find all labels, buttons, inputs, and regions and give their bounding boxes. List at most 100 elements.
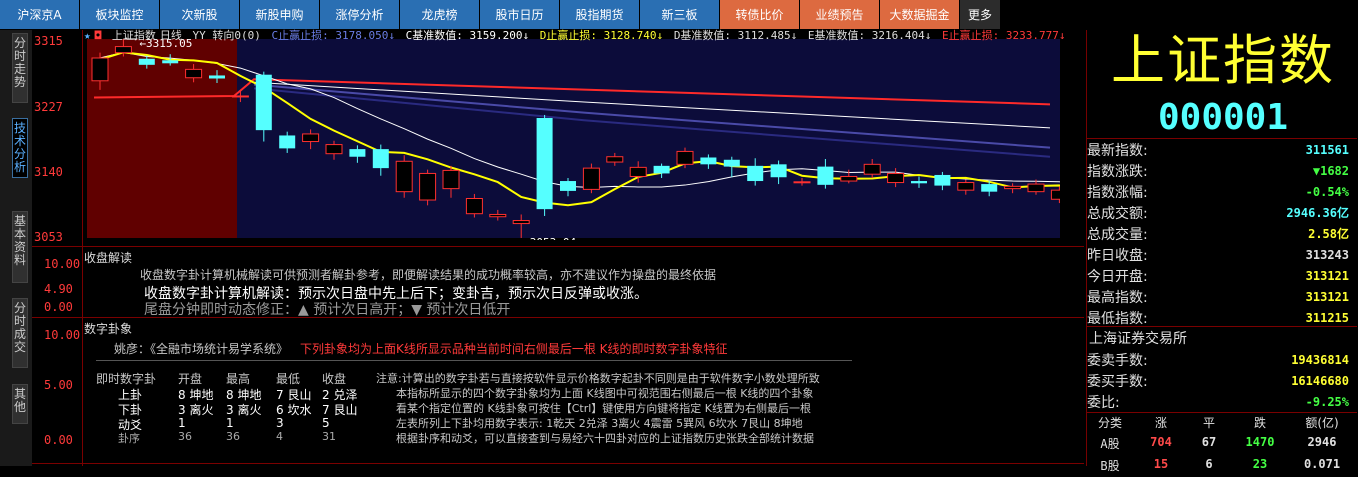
candle-body <box>863 163 881 175</box>
technical-analysis-panel: 3315 3227 3140 3053 ←3315.05←3053.04 ★◘ … <box>32 29 1084 466</box>
guaxiang-ref-note: 下列卦象均为上面K线所显示品种当前时间右侧最后一根 K线的即时数字卦象特征 <box>300 342 728 356</box>
quote-row: 总成交量: 2.58亿 <box>1087 223 1349 244</box>
side-tab[interactable]: 分时走势 <box>12 33 28 103</box>
stats-header-cell: 分类 <box>1097 416 1122 430</box>
stats-cell: 704 <box>1150 435 1172 449</box>
nav-tab[interactable]: 股指期货 <box>560 0 639 29</box>
stats-cell: 6 <box>1205 457 1213 471</box>
candle-body <box>700 157 717 165</box>
side-tab[interactable]: 技术分析 <box>12 118 28 178</box>
gua-cell: 卦序 <box>118 432 140 445</box>
candlestick-chart[interactable]: ←3315.05←3053.04 <box>84 30 1060 240</box>
gua-col-header: 即时数字卦 <box>96 372 157 386</box>
candle-body <box>911 181 927 184</box>
side-tab[interactable]: 分时成交 <box>12 298 28 368</box>
nav-tab[interactable]: 业绩预告 <box>800 0 879 29</box>
y-tick-label: 3315 <box>34 34 63 48</box>
candle-body <box>770 164 787 178</box>
candle-body <box>536 117 553 210</box>
candle-body <box>840 175 858 182</box>
divider <box>1087 412 1357 413</box>
candle-body <box>817 166 834 185</box>
quote-label: 昨日收盘: <box>1087 247 1148 264</box>
candle-body <box>981 184 998 192</box>
nav-tab[interactable]: 更多 <box>960 0 1000 29</box>
nav-tab[interactable]: 大数据掘金 <box>880 0 959 29</box>
y-tick-label: 0.00 <box>44 300 73 314</box>
candle-body <box>162 60 179 64</box>
nav-tab[interactable]: 新股申购 <box>240 0 319 29</box>
nav-tab[interactable]: 股市日历 <box>480 0 559 29</box>
gua-cell: 36 <box>226 430 240 443</box>
candle-body <box>279 135 296 149</box>
nav-tab[interactable]: 龙虎榜 <box>400 0 479 29</box>
nav-tab[interactable]: 板块监控 <box>80 0 159 29</box>
legend-c-base: C基准数值: 3159.200↓ <box>405 29 530 42</box>
y-tick-label: 3227 <box>34 100 63 114</box>
y-tick-label: 0.00 <box>44 433 73 447</box>
gua-note: 注意:计算出的数字卦若与直接按软件显示价格数字起卦不同则是由于软件数字小数处理所… <box>376 372 820 385</box>
nav-tab[interactable]: 次新股 <box>160 0 239 29</box>
order-row: 委比: -9.25% <box>1087 391 1349 412</box>
candle-body <box>185 68 203 79</box>
stats-header: 分类 涨 平 跌 额(亿) <box>1087 414 1357 434</box>
legend-e-stop: E止赢止损: 3233.777↓ <box>942 29 1066 42</box>
candle-body <box>793 181 811 184</box>
gua-note: 看某个指定位置的 K线卦象可按住【Ctrl】键使用方向键将指定 K线置为右侧最后… <box>396 402 811 415</box>
gua-note: 本指标所显示的四个数字卦象均为上面 K线图中可视范围右侧最后一根 K线的四个卦象 <box>396 387 814 400</box>
gua-cell: 5 <box>322 416 330 430</box>
quote-value: 311215 <box>1305 310 1349 325</box>
quote-value: 313121 <box>1305 268 1349 283</box>
order-row: 委卖手数: 19436814 <box>1087 349 1349 370</box>
stats-cell: 67 <box>1201 435 1217 449</box>
legend-d-base: D基准数值: 3112.485↓ <box>673 29 798 42</box>
candle-body <box>1050 189 1060 200</box>
top-nav-bar: 沪深京A 板块监控 次新股 新股申购 涨停分析 龙虎榜 股市日历 股指期货 新三板 转债比价 业绩预… <box>0 0 1358 30</box>
order-label: 委卖手数: <box>1087 352 1148 369</box>
gua-note: 根据卦序和动爻，可以直接查到与易经六十四卦对应的上证指数历史张跌全部统计数据 <box>396 432 814 445</box>
guaxiang-ref: 姚彦：《全融市场统计易学系统》 <box>114 342 289 356</box>
stats-row: A股 704 67 1470 2946 <box>1087 435 1357 455</box>
side-tab[interactable]: 其他 <box>12 384 28 424</box>
legend-d-stop: D止赢止损: 3128.740↓ <box>539 29 664 42</box>
order-label: 委比: <box>1087 394 1120 411</box>
order-label: 委买手数: <box>1087 373 1148 390</box>
quote-label: 最高指数: <box>1087 289 1148 306</box>
candle-body <box>114 46 132 54</box>
side-tab[interactable]: 基本资料 <box>12 211 28 283</box>
stats-cell: 0.071 <box>1303 457 1341 471</box>
candle-body <box>512 220 530 225</box>
quote-row: 指数涨幅: -0.54% <box>1087 181 1349 202</box>
candle-body <box>676 150 694 165</box>
order-value: -9.25% <box>1305 394 1349 409</box>
gua-cell: 1 <box>178 416 186 430</box>
candle-body <box>91 57 109 82</box>
candle-body <box>934 174 951 186</box>
quote-label: 最低指数: <box>1087 310 1148 327</box>
quote-value: 2.58亿 <box>1308 227 1349 241</box>
section-divider <box>32 246 1084 247</box>
stats-cell: B股 <box>1100 459 1120 473</box>
exchange-name: 上海证券交易所 <box>1089 331 1187 347</box>
shoupan-disclaimer: 收盘数字卦计算机械解读可供预测者解卦参考，即便解读结果的成功概率较高，亦不建议作… <box>140 268 717 282</box>
stats-header-cell: 涨 <box>1154 416 1167 430</box>
nav-tab[interactable]: 新三板 <box>640 0 719 29</box>
gua-cell: 1 <box>226 416 234 430</box>
nav-tab[interactable]: 转债比价 <box>720 0 799 29</box>
candle-body <box>395 160 413 193</box>
gua-col-header: 收盘 <box>322 372 347 386</box>
stats-cell: A股 <box>1100 437 1120 451</box>
candle-body <box>606 156 624 163</box>
nav-tab[interactable]: 涨停分析 <box>320 0 399 29</box>
stats-cell: 1470 <box>1245 435 1275 449</box>
quote-row: 指数涨跌: ▼1682 <box>1087 160 1349 181</box>
quote-label: 指数涨跌: <box>1087 163 1148 180</box>
quote-panel: 上证指数 000001 最新指数: 311561 指数涨跌: ▼1682 指数涨幅: -0… <box>1086 30 1358 473</box>
order-value: 19436814 <box>1291 352 1349 367</box>
shoupan-title: 收盘解读 <box>84 251 133 265</box>
candle-body <box>255 74 272 131</box>
gua-col-header: 最低 <box>276 372 301 386</box>
order-row: 委买手数: 16146680 <box>1087 370 1349 391</box>
legend-period: 日线 <box>159 29 182 42</box>
nav-tab[interactable]: 沪深京A <box>0 0 79 29</box>
